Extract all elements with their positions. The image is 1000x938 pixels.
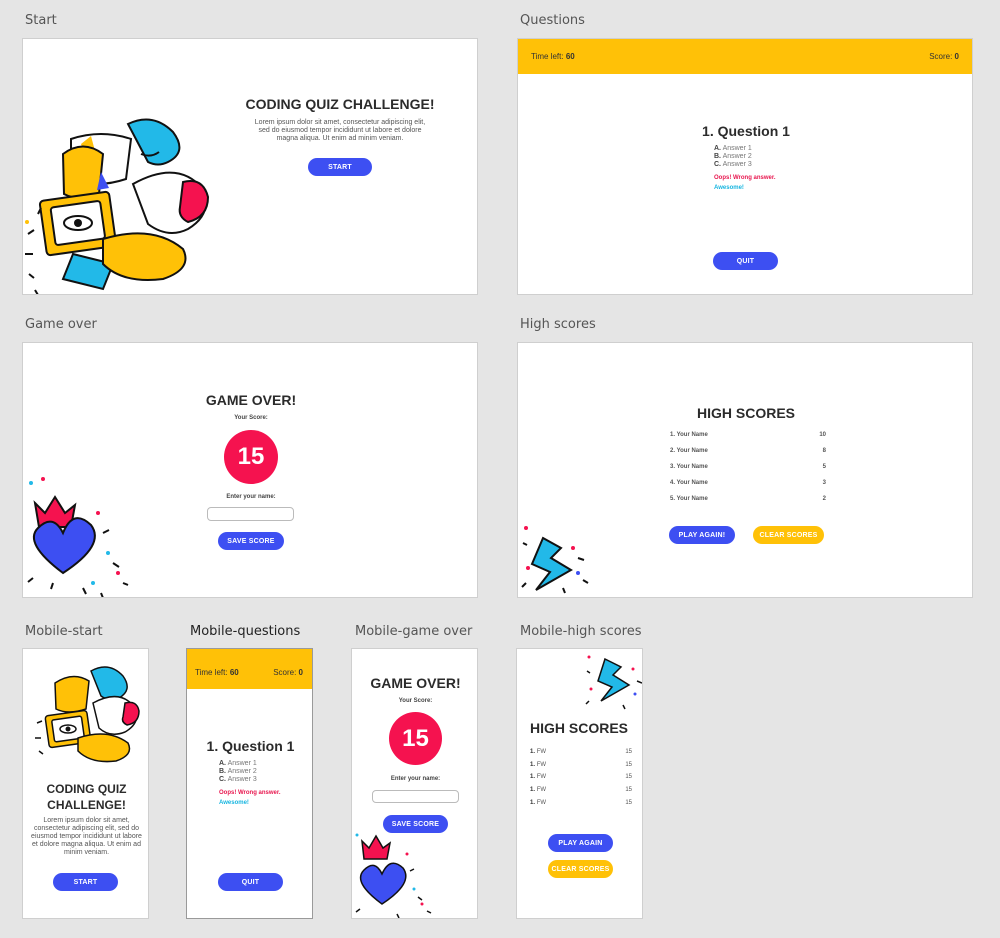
your-score-label: Your Score: (398, 698, 433, 704)
score-display: Score: 0 (273, 668, 303, 677)
quit-button[interactable]: QUIT (713, 252, 778, 270)
score-value: 0 (298, 668, 303, 677)
score-row-name: 4. Your Name (670, 480, 708, 486)
artboard-label-high-scores: High scores (520, 317, 596, 332)
correct-answer-feedback: Awesome! (714, 185, 744, 191)
answer-option[interactable]: C. Answer 3 (219, 776, 257, 784)
score-display: Score: 0 (929, 52, 959, 61)
game-over-screen: GAME OVER! Your Score: 15 Enter your nam… (22, 342, 478, 598)
answer-option[interactable]: C. Answer 3 (714, 161, 752, 169)
score-row-name: 2. Your Name (670, 448, 708, 454)
score-row-name: 1. Your Name (670, 432, 708, 438)
score-row-value: 15 (625, 762, 632, 768)
answer-list: A. Answer 1 B. Answer 2 C. Answer 3 (714, 145, 752, 169)
answer-option[interactable]: B. Answer 2 (219, 768, 257, 776)
quit-button[interactable]: QUIT (218, 873, 283, 891)
answer-list: A. Answer 1 B. Answer 2 C. Answer 3 (219, 760, 257, 784)
score-row-name: 3. Your Name (670, 464, 708, 470)
artboard-label-mobile-start: Mobile-start (25, 624, 103, 639)
question-title: 1. Question 1 (702, 123, 790, 139)
score-row: 1. FW (530, 749, 547, 755)
questions-header-bar: Time left: 60 Score: 0 (518, 39, 972, 74)
artboard-label-mobile-game-over: Mobile-game over (355, 624, 473, 639)
lightning-illustration (585, 655, 642, 710)
play-again-button[interactable]: PLAY AGAIN! (669, 526, 735, 544)
enter-name-label: Enter your name: (390, 776, 441, 782)
answer-option[interactable]: B. Answer 2 (714, 153, 752, 161)
name-input[interactable] (372, 790, 459, 803)
high-scores-title: HIGH SCORES (696, 405, 795, 421)
mobile-start-screen: CODING QUIZ CHALLENGE! Lorem ipsum dolor… (22, 648, 149, 919)
save-score-button[interactable]: SAVE SCORE (218, 532, 284, 550)
score-row-value: 8 (822, 448, 826, 454)
wrong-answer-feedback: Oops! Wrong answer. (714, 175, 776, 181)
start-title: CODING QUIZ CHALLENGE! (245, 96, 435, 112)
question-title: 1. Question 1 (206, 738, 295, 754)
clear-scores-button[interactable]: CLEAR SCORES (753, 526, 824, 544)
artboard-label-questions: Questions (520, 13, 585, 28)
score-row-value: 2 (822, 496, 826, 502)
time-left-label: Time left: (531, 52, 566, 61)
final-score: 15 (224, 430, 278, 484)
correct-answer-feedback: Awesome! (219, 800, 249, 806)
score-row-value: 10 (819, 432, 826, 438)
clear-scores-button[interactable]: CLEAR SCORES (548, 860, 613, 878)
mobile-questions-header-bar: Time left: 60 Score: 0 (187, 649, 312, 689)
start-screen: CODING QUIZ CHALLENGE! Lorem ipsum dolor… (22, 38, 478, 295)
your-score-label: Your Score: (234, 415, 268, 421)
artboard-label-game-over: Game over (25, 317, 97, 332)
artboard-label-mobile-high-scores: Mobile-high scores (520, 624, 642, 639)
answer-option[interactable]: A. Answer 1 (714, 145, 752, 153)
score-label: Score: (929, 52, 955, 61)
mobile-high-scores-screen: HIGH SCORES 1. FW 15 1. FW 15 1. FW 15 1… (516, 648, 643, 919)
mobile-start-button[interactable]: START (53, 873, 118, 891)
score-row-value: 15 (625, 787, 632, 793)
mobile-game-over-screen: GAME OVER! Your Score: 15 Enter your nam… (351, 648, 478, 919)
time-left-value: 60 (229, 668, 239, 677)
score-row-value: 15 (625, 774, 632, 780)
start-description: Lorem ipsum dolor sit amet, consectetur … (254, 119, 426, 142)
time-left: Time left: 60 (195, 668, 239, 677)
high-scores-screen: HIGH SCORES 1. Your Name 10 2. Your Name… (517, 342, 973, 598)
time-left-value: 60 (565, 52, 575, 61)
lightning-illustration (521, 526, 589, 594)
answer-option[interactable]: A. Answer 1 (219, 760, 257, 768)
score-row: 1. FW (530, 800, 547, 806)
score-value: 0 (954, 52, 959, 61)
score-row-value: 15 (625, 749, 632, 755)
time-left: Time left: 60 (531, 52, 575, 61)
coder-illustration (35, 666, 140, 763)
name-input[interactable] (207, 507, 294, 521)
score-row: 1. FW (530, 762, 547, 768)
score-row: 1. FW (530, 774, 547, 780)
mobile-start-title: CODING QUIZ CHALLENGE! (46, 782, 127, 812)
score-row-value: 3 (822, 480, 826, 486)
play-again-button[interactable]: PLAY AGAIN (548, 834, 613, 852)
heart-crown-illustration (355, 833, 432, 918)
artboard-label-mobile-questions: Mobile-questions (190, 624, 301, 639)
final-score: 15 (389, 712, 442, 765)
score-row-value: 5 (822, 464, 826, 470)
heart-crown-illustration (27, 477, 129, 597)
coder-illustration (25, 118, 210, 294)
enter-name-label: Enter your name: (226, 494, 276, 500)
mobile-questions-screen: Time left: 60 Score: 0 1. Question 1 A. … (186, 648, 313, 919)
score-row: 1. FW (530, 787, 547, 793)
game-over-title: GAME OVER! (205, 392, 297, 408)
score-row-name: 5. Your Name (670, 496, 708, 502)
mobile-start-description: Lorem ipsum dolor sit amet, consectetur … (31, 817, 142, 856)
questions-screen: Time left: 60 Score: 0 1. Question 1 A. … (517, 38, 973, 295)
time-left-label: Time left: (195, 668, 230, 677)
high-scores-title: HIGH SCORES (530, 720, 629, 736)
score-row-value: 15 (625, 800, 632, 806)
wrong-answer-feedback: Oops! Wrong answer. (219, 790, 281, 796)
artboard-label-start: Start (25, 13, 57, 28)
score-label: Score: (273, 668, 299, 677)
game-over-title: GAME OVER! (370, 675, 461, 691)
start-button[interactable]: START (308, 158, 372, 176)
